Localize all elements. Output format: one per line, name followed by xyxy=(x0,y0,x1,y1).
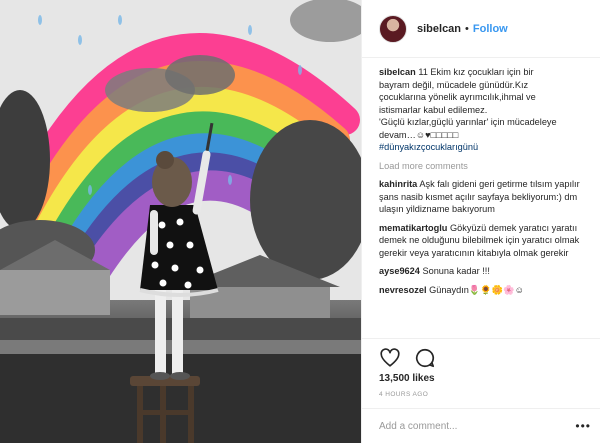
rainbow-artwork xyxy=(0,0,361,443)
comment-username[interactable]: ayse9624 xyxy=(379,266,420,276)
comment-item: nevresozel Günaydın🌷🌻🌼🌸☺ xyxy=(379,284,591,297)
more-options-icon[interactable]: ••• xyxy=(575,419,591,433)
post-header: sibelcan • Follow xyxy=(362,0,600,58)
comment-username[interactable]: nevresozel xyxy=(379,285,427,295)
caption-hashtag[interactable]: #dünyakızçocuklarıgünü xyxy=(379,141,591,154)
header-username[interactable]: sibelcan xyxy=(417,23,461,35)
add-comment-input[interactable]: Add a comment... xyxy=(362,408,600,443)
comment-item: ayse9624 Sonuna kadar !!! xyxy=(379,265,591,278)
heart-icon[interactable] xyxy=(379,347,401,369)
caption-username[interactable]: sibelcan xyxy=(379,67,416,77)
comments-section: sibelcan 11 Ekim kız çocukları için bir … xyxy=(379,66,591,296)
header-separator: • xyxy=(465,22,469,35)
comment-icon[interactable] xyxy=(414,347,436,369)
caption-line: devam…☺♥□□□□□ xyxy=(379,129,459,140)
comment-item: mematikartoglu Gökyüzü demek yaratıcı ya… xyxy=(379,222,591,260)
post-details-panel: sibelcan • Follow sibelcan 11 Ekim kız ç… xyxy=(361,0,600,443)
avatar[interactable] xyxy=(379,14,407,43)
load-more-comments-link[interactable]: Load more comments xyxy=(379,160,591,173)
comment-username[interactable]: mematikartoglu xyxy=(379,223,447,233)
likes-count[interactable]: 13,500 likes xyxy=(379,373,435,384)
comment-text: Günaydın🌷🌻🌼🌸☺ xyxy=(429,284,525,295)
post-actions: 13,500 likes 4 HOURS AGO Add a comment..… xyxy=(362,338,600,443)
comment-username[interactable]: kahinrita xyxy=(379,179,417,189)
caption: sibelcan 11 Ekim kız çocukları için bir … xyxy=(379,66,591,154)
caption-line: 11 Ekim kız çocukları için bir xyxy=(418,67,534,77)
caption-line: istismarlar kabul edilemez. xyxy=(379,104,488,115)
follow-button[interactable]: Follow xyxy=(473,23,508,35)
post-photo[interactable] xyxy=(0,0,361,443)
post-timestamp[interactable]: 4 HOURS AGO xyxy=(379,391,428,398)
caption-line: çocuklarına yönelik ayrımcılık,ihmal ve xyxy=(379,92,536,102)
action-icons xyxy=(379,347,436,369)
caption-line: 'Güçlü kızlar,güçlü yarınlar' için mücad… xyxy=(379,117,557,127)
comment-text: Sonuna kadar !!! xyxy=(422,266,490,276)
comment-item: kahinrita Aşk falı gideni geri getirme t… xyxy=(379,178,591,216)
caption-line: bayram değil, mücadele günüdür.Kız xyxy=(379,79,529,90)
